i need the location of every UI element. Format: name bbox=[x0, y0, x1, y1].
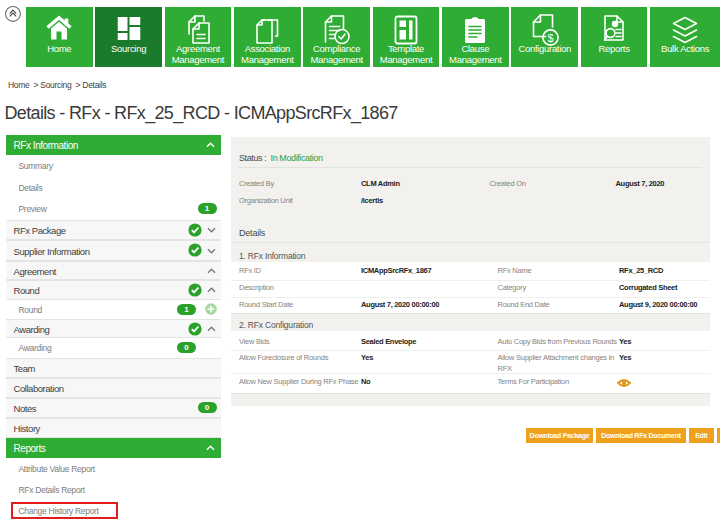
svg-text:$: $ bbox=[547, 32, 553, 44]
